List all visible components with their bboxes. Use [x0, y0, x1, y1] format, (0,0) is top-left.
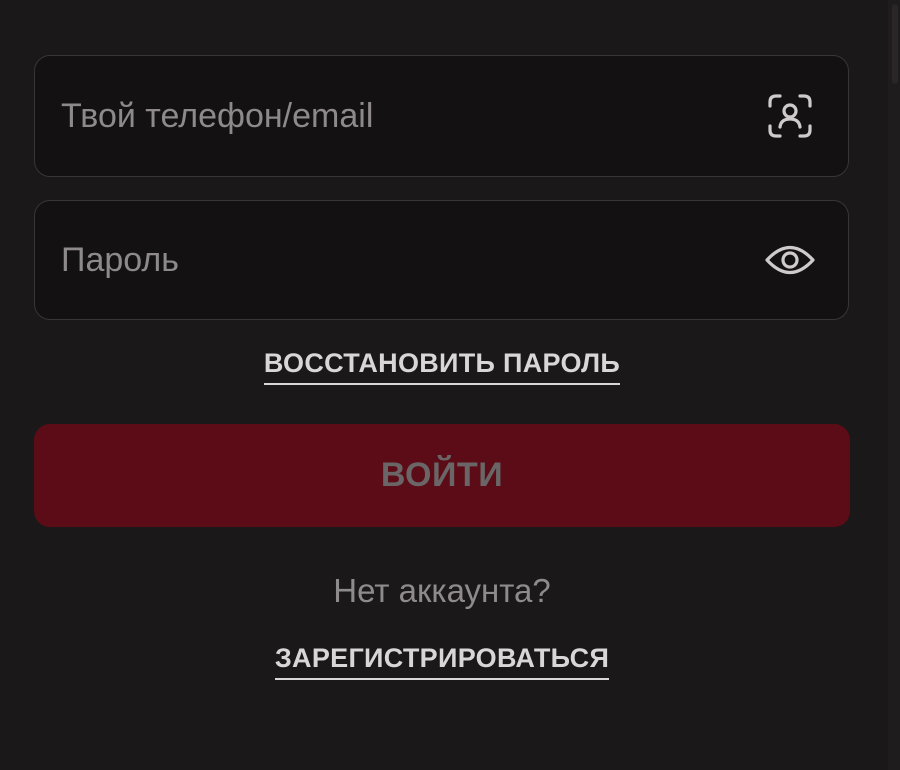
phone-email-input[interactable] [35, 56, 760, 176]
login-field[interactable] [34, 55, 849, 177]
restore-password-wrapper: ВОССТАНОВИТЬ ПАРОЛЬ [0, 348, 884, 385]
login-button[interactable]: ВОЙТИ [34, 424, 850, 527]
restore-password-link[interactable]: ВОССТАНОВИТЬ ПАРОЛЬ [263, 348, 621, 385]
no-account-text: Нет аккаунта? [333, 572, 551, 609]
password-input[interactable] [35, 201, 760, 319]
password-field[interactable] [34, 200, 849, 320]
scrollbar-thumb[interactable] [892, 4, 898, 84]
register-wrapper: ЗАРЕГИСТРИРОВАТЬСЯ [0, 643, 884, 680]
login-page: ВОССТАНОВИТЬ ПАРОЛЬ ВОЙТИ Нет аккаунта? … [0, 0, 900, 770]
register-link[interactable]: ЗАРЕГИСТРИРОВАТЬСЯ [274, 643, 610, 680]
scrollbar[interactable] [888, 0, 900, 770]
face-id-icon[interactable] [760, 86, 820, 146]
eye-icon[interactable] [760, 230, 820, 290]
